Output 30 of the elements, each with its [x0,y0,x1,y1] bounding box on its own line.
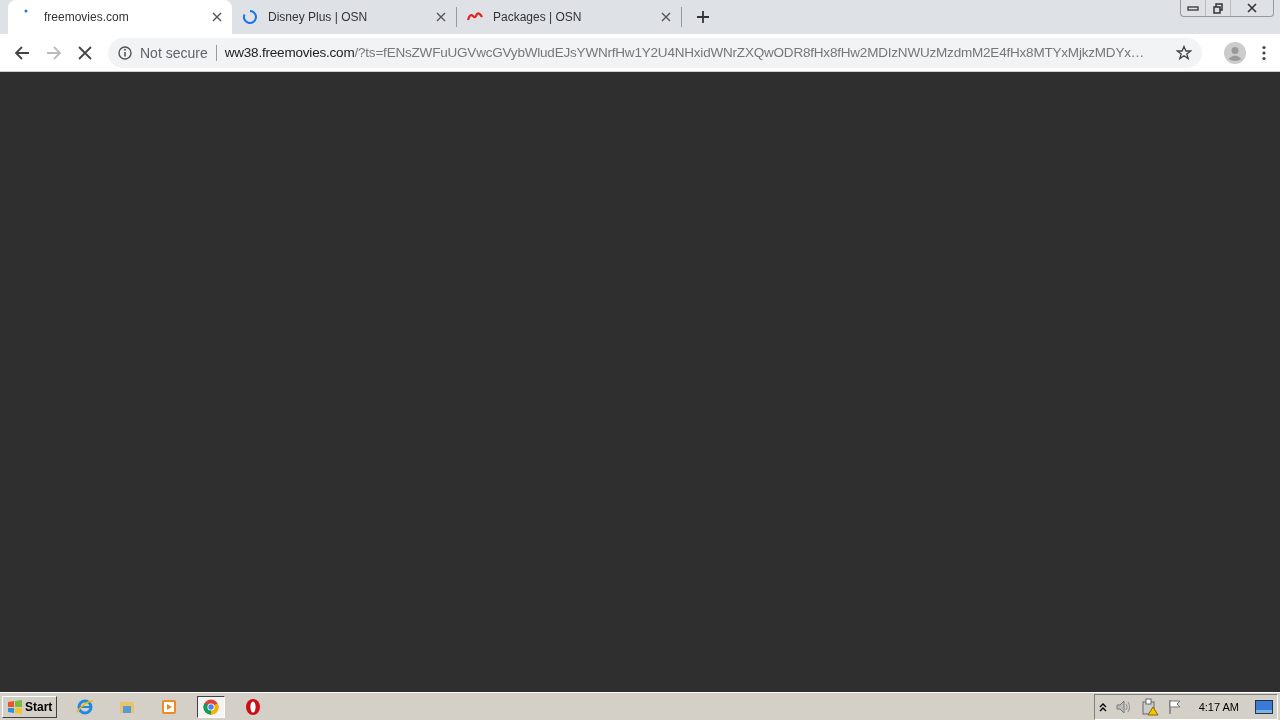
windows-logo-icon [7,699,23,714]
flag-icon[interactable] [1166,698,1183,715]
close-icon[interactable] [436,12,446,22]
browser-tab[interactable]: freemovies.com [8,0,232,34]
security-label[interactable]: Not secure [140,44,208,61]
browser-tab[interactable]: Packages | OSN [457,0,681,34]
stop-icon[interactable] [78,45,92,60]
clock-time[interactable]: 4:17 AM [1198,700,1239,713]
speaker-icon[interactable] [1114,698,1133,715]
url-path: /?ts=fENsZWFuUGVwcGVybWludEJsYWNrfHw1Y2U4NHxidWNrZXQwODR8fHx8fHw2MDIzNWUzMzdmM2E4fHx8MTYxMjkzMDYx… [354,45,1145,60]
desktop-icon[interactable] [1255,699,1273,714]
plus-icon[interactable] [696,10,710,24]
back-icon[interactable] [14,44,30,61]
network-warning-icon[interactable] [1140,697,1159,716]
browser-tab[interactable]: Disney Plus | OSN [232,0,456,34]
close-icon [1244,1,1260,15]
chrome-icon[interactable] [197,695,226,718]
chevron-icon[interactable] [1098,701,1107,712]
address-bar[interactable]: Not secure ww38.freemovies.com/?ts=fENsZWFuUGVwcGVybWludEJsYWNrfHw1Y2U4NHxidWNrZXQwODR8fHx8fHw2MDIzNWUzMzdmM2E4fHx8MTYxMjkzMDYx… [108,37,1202,68]
info-icon[interactable] [118,45,132,60]
menu-icon[interactable] [1262,44,1266,61]
dot-icon [24,9,28,13]
restore-icon [1210,1,1226,15]
close-icon[interactable] [212,12,222,22]
avatar-icon[interactable] [1224,41,1246,64]
spinner-icon [242,9,258,25]
url-host: ww38.freemovies.com [224,45,355,60]
minimize-icon [1187,5,1199,11]
close-icon[interactable] [661,12,671,22]
start-button[interactable]: Start [2,695,58,718]
